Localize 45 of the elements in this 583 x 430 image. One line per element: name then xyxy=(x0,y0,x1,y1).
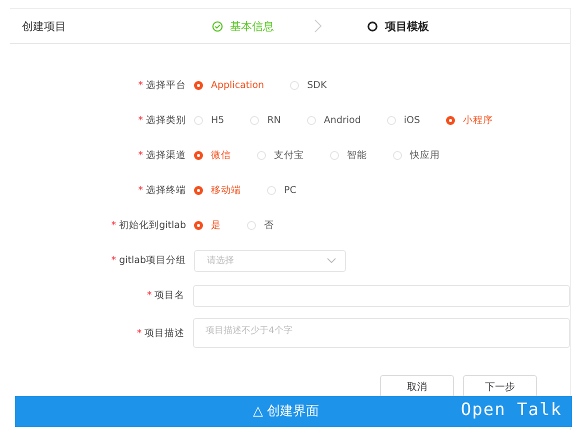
step: 项目模板 xyxy=(367,18,429,34)
field-label: 项目名 xyxy=(154,289,185,302)
radio-option[interactable]: SDK xyxy=(290,80,327,91)
radio-option[interactable]: RN xyxy=(250,115,281,126)
brand-text: Open Talk xyxy=(460,400,562,420)
required-mark: * xyxy=(138,115,143,126)
field-label: 选择类别 xyxy=(146,114,186,127)
radio-icon[interactable] xyxy=(194,186,203,195)
required-mark: * xyxy=(136,328,142,338)
radio-icon[interactable] xyxy=(194,221,203,230)
field-label: 选择平台 xyxy=(146,79,186,92)
radio-option[interactable]: Andriod xyxy=(306,115,361,126)
radio-option[interactable]: 快应用 xyxy=(393,149,440,162)
radio-option[interactable]: 小程序 xyxy=(446,114,494,127)
radio-option[interactable]: iOS xyxy=(386,115,420,126)
required-mark: * xyxy=(138,150,143,161)
required-mark: * xyxy=(146,290,152,301)
textarea-field[interactable]: 项目描述不少于4个字 xyxy=(192,318,570,348)
field-label: 初始化到gitlab xyxy=(119,219,186,232)
chevron-icon xyxy=(314,19,322,33)
caret-icon xyxy=(327,258,336,263)
circle-icon xyxy=(367,20,378,32)
input-field[interactable] xyxy=(192,284,570,306)
radio-option[interactable]: 微信 xyxy=(194,149,231,162)
radio-option[interactable]: PC xyxy=(267,185,296,196)
required-mark: * xyxy=(111,255,116,266)
field-label: 选择终端 xyxy=(146,184,186,197)
field-label: gitlab项目分组 xyxy=(119,254,186,267)
radio-option[interactable]: 否 xyxy=(247,219,274,232)
step: 基本信息 xyxy=(212,18,274,34)
required-mark: * xyxy=(138,80,143,91)
radio-option[interactable]: 智能 xyxy=(330,149,367,162)
caption-title: △ 创建界面 xyxy=(253,403,320,420)
radio-option[interactable]: 支付宝 xyxy=(257,149,304,162)
radio-option[interactable]: H5 xyxy=(194,115,224,126)
required-mark: * xyxy=(111,220,116,231)
radio-icon[interactable] xyxy=(446,116,456,125)
page-title: 创建项目 xyxy=(22,18,67,34)
radio-icon[interactable] xyxy=(194,151,203,160)
radio-icon[interactable] xyxy=(194,81,203,90)
check-circle-icon xyxy=(212,20,223,32)
field-label: 项目描述 xyxy=(144,326,185,340)
required-mark: * xyxy=(138,185,143,196)
radio-option[interactable]: 移动端 xyxy=(194,184,241,197)
field-label: 选择渠道 xyxy=(146,149,186,162)
